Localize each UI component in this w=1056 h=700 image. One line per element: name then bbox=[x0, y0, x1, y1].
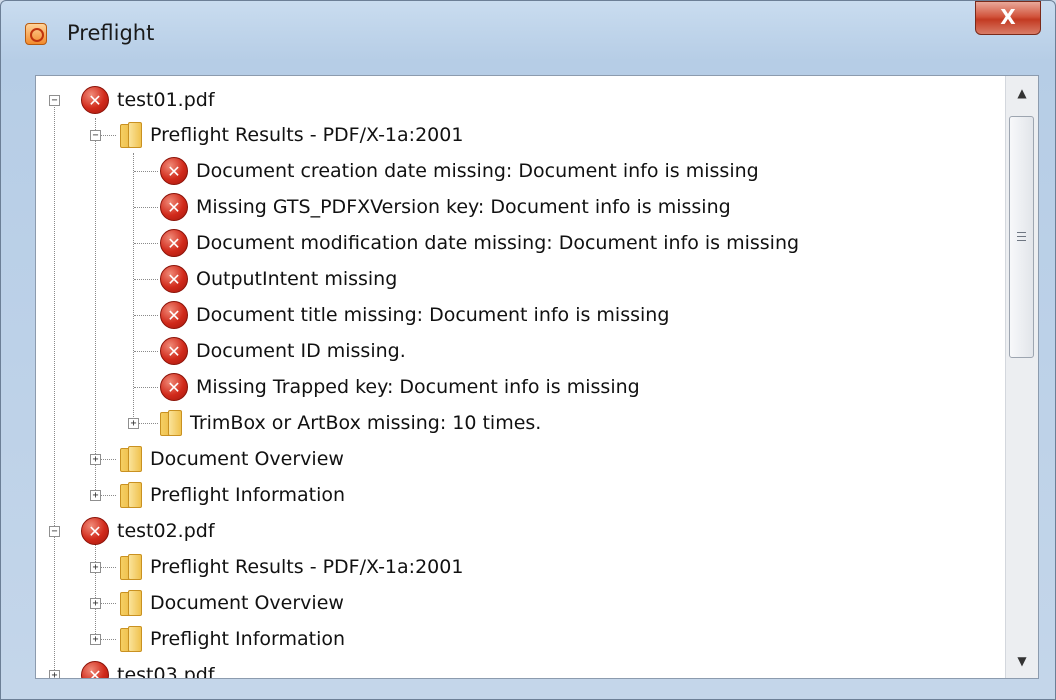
expand-toggle[interactable]: + bbox=[90, 634, 101, 645]
tree-node-file[interactable]: ✕ test01.pdf bbox=[81, 82, 215, 118]
error-icon: ✕ bbox=[160, 157, 188, 185]
node-label: test02.pdf bbox=[117, 520, 215, 542]
grip-line bbox=[1017, 240, 1026, 241]
node-label: Preflight Results - PDF/X-1a:2001 bbox=[150, 556, 464, 578]
folder-icon bbox=[120, 482, 142, 508]
tree-node-error[interactable]: ✕ Document creation date missing: Docume… bbox=[160, 153, 759, 189]
tree-node-error[interactable]: ✕ Missing GTS_PDFXVersion key: Document … bbox=[160, 189, 731, 225]
expand-toggle[interactable]: + bbox=[90, 454, 101, 465]
tree-node-file[interactable]: ✕ test03.pdf bbox=[81, 657, 215, 678]
tree-node-folder[interactable]: Preflight Information bbox=[120, 621, 345, 657]
collapse-toggle[interactable]: − bbox=[49, 95, 60, 106]
error-icon: ✕ bbox=[160, 229, 188, 257]
expand-toggle[interactable]: + bbox=[90, 562, 101, 573]
preflight-window: Preflight X − ✕ test01.pdf − Preflight R… bbox=[0, 0, 1056, 700]
tree-line bbox=[134, 207, 158, 208]
app-icon bbox=[25, 23, 47, 45]
tree-node-error[interactable]: ✕ Document ID missing. bbox=[160, 333, 406, 369]
expand-toggle[interactable]: + bbox=[90, 490, 101, 501]
collapse-toggle[interactable]: − bbox=[49, 526, 60, 537]
collapse-toggle[interactable]: − bbox=[90, 130, 101, 141]
scroll-down-arrow-icon[interactable]: ▼ bbox=[1006, 644, 1038, 678]
tree-node-error[interactable]: ✕ Document modification date missing: Do… bbox=[160, 225, 799, 261]
tree-node-folder[interactable]: Document Overview bbox=[120, 585, 344, 621]
scrollbar-thumb[interactable] bbox=[1009, 116, 1034, 358]
vertical-scrollbar[interactable]: ▲ ▼ bbox=[1005, 76, 1038, 678]
folder-icon bbox=[120, 626, 142, 652]
folder-icon bbox=[120, 122, 142, 148]
error-icon: ✕ bbox=[160, 373, 188, 401]
close-button[interactable]: X bbox=[975, 1, 1041, 35]
tree-node-error[interactable]: ✕ Document title missing: Document info … bbox=[160, 297, 669, 333]
tree-line bbox=[134, 279, 158, 280]
error-icon: ✕ bbox=[160, 337, 188, 365]
tree-line bbox=[134, 387, 158, 388]
folder-icon bbox=[120, 554, 142, 580]
expand-toggle[interactable]: + bbox=[90, 598, 101, 609]
title-bar[interactable]: Preflight X bbox=[1, 1, 1055, 67]
error-icon: ✕ bbox=[81, 86, 109, 114]
node-label: TrimBox or ArtBox missing: 10 times. bbox=[190, 412, 542, 434]
node-label: Document Overview bbox=[150, 592, 344, 614]
error-icon: ✕ bbox=[160, 193, 188, 221]
node-label: Preflight Information bbox=[150, 484, 346, 506]
preflight-tree: − ✕ test01.pdf − Preflight Results - PDF… bbox=[36, 76, 1006, 678]
tree-line bbox=[133, 153, 134, 425]
tree-line bbox=[134, 315, 158, 316]
node-label: test03.pdf bbox=[117, 664, 215, 678]
grip-line bbox=[1017, 232, 1026, 233]
node-label: Document creation date missing: Document… bbox=[196, 160, 759, 182]
grip-line bbox=[1017, 236, 1026, 237]
node-label: Preflight Information bbox=[150, 628, 346, 650]
scroll-up-arrow-icon[interactable]: ▲ bbox=[1006, 76, 1038, 110]
node-label: Document Overview bbox=[150, 448, 344, 470]
expand-toggle[interactable]: + bbox=[128, 418, 139, 429]
error-icon: ✕ bbox=[81, 517, 109, 545]
tree-line bbox=[95, 544, 96, 640]
tree-node-folder[interactable]: Preflight Information bbox=[120, 477, 345, 513]
tree-node-file[interactable]: ✕ test02.pdf bbox=[81, 513, 215, 549]
expand-toggle[interactable]: + bbox=[49, 670, 60, 678]
tree-line bbox=[54, 100, 55, 678]
error-icon: ✕ bbox=[160, 301, 188, 329]
node-label: Document title missing: Document info is… bbox=[196, 304, 670, 326]
tree-node-folder[interactable]: Preflight Results - PDF/X-1a:2001 bbox=[120, 117, 463, 153]
folder-icon bbox=[120, 446, 142, 472]
tree-line bbox=[134, 243, 158, 244]
tree-node-folder[interactable]: TrimBox or ArtBox missing: 10 times. bbox=[160, 405, 541, 441]
node-label: test01.pdf bbox=[117, 89, 215, 111]
error-icon: ✕ bbox=[81, 661, 109, 678]
tree-node-folder[interactable]: Document Overview bbox=[120, 441, 344, 477]
node-label: Document modification date missing: Docu… bbox=[196, 232, 800, 254]
tree-line bbox=[95, 118, 96, 498]
node-label: Preflight Results - PDF/X-1a:2001 bbox=[150, 124, 464, 146]
tree-node-error[interactable]: ✕ Missing Trapped key: Document info is … bbox=[160, 369, 640, 405]
node-label: OutputIntent missing bbox=[196, 268, 398, 290]
tree-node-error[interactable]: ✕ OutputIntent missing bbox=[160, 261, 397, 297]
node-label: Missing Trapped key: Document info is mi… bbox=[196, 376, 640, 398]
tree-line bbox=[134, 171, 158, 172]
window-title: Preflight bbox=[67, 21, 155, 45]
results-panel: − ✕ test01.pdf − Preflight Results - PDF… bbox=[35, 75, 1039, 679]
tree-node-folder[interactable]: Preflight Results - PDF/X-1a:2001 bbox=[120, 549, 463, 585]
error-icon: ✕ bbox=[160, 265, 188, 293]
folder-icon bbox=[120, 590, 142, 616]
tree-line bbox=[134, 351, 158, 352]
folder-icon bbox=[160, 410, 182, 436]
node-label: Document ID missing. bbox=[196, 340, 406, 362]
node-label: Missing GTS_PDFXVersion key: Document in… bbox=[196, 196, 731, 218]
